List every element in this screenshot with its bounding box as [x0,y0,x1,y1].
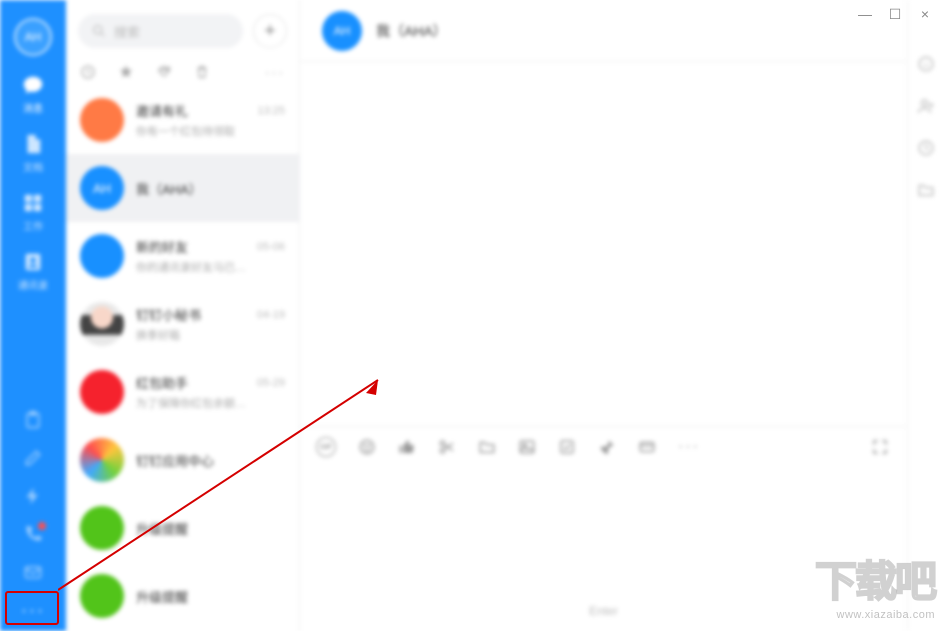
nav-label: 通讯录 [18,277,48,292]
chat-title: 我（AHA） [136,179,202,198]
chat-list-panel: 搜索 + ··· 邀请有礼 13:25 你有一个红包待领取 AH 我（AHA） 新的好友 0… [66,0,300,631]
nav-docs[interactable]: 文档 [13,133,53,174]
chat-item[interactable]: AH 我（AHA） [66,154,299,222]
refresh-icon[interactable] [156,64,172,80]
scissors-icon[interactable] [438,438,456,456]
chat-bubble-icon [22,74,44,96]
close-button[interactable]: × [917,6,933,23]
edit-icon[interactable] [23,448,43,468]
clipboard-icon[interactable] [23,410,43,430]
chat-title: 升级提醒 [136,519,188,538]
folder-icon[interactable] [478,438,496,456]
minimize-button[interactable]: — [857,6,873,23]
maximize-button[interactable]: ☐ [887,6,903,23]
message-area [300,62,907,426]
composer-toolbar: GIF ··· [300,427,907,467]
message-input[interactable] [300,467,907,591]
chat-time: 04-19 [257,309,285,321]
sidebar: AH 消息 文档 工作 通讯录 [0,0,66,631]
nav-messages[interactable]: 消息 [13,74,53,115]
chat-avatar: AH [80,166,124,210]
chat-time: 05-29 [257,377,285,389]
chat-avatar [80,574,124,618]
search-input[interactable]: 搜索 [78,14,243,48]
nav-label: 消息 [23,100,43,115]
fullscreen-icon[interactable] [871,438,889,456]
chat-item[interactable]: 钉钉应用中心 [66,426,299,494]
search-icon [92,24,106,38]
chat-avatar [80,506,124,550]
chat-item[interactable]: 升级提醒 [66,494,299,562]
chat-avatar [80,98,124,142]
trash-icon[interactable] [194,64,210,80]
emoji-icon[interactable] [358,438,376,456]
mail-icon[interactable] [23,562,43,582]
history-icon[interactable] [917,139,935,157]
card-icon[interactable] [638,438,656,456]
conversation-avatar[interactable]: AH [322,11,362,51]
chat-preview: 你有一个红包待领取 [136,123,285,139]
docs-icon [22,133,44,155]
gif-icon[interactable]: GIF [316,437,336,457]
chat-time: 05-06 [257,241,285,253]
chat-item[interactable]: 新的好友 05-06 你的通讯录好友马已… [66,222,299,290]
chat-title: 钉钉应用中心 [136,451,214,470]
toolbar-more-icon[interactable]: ··· [678,438,700,456]
more-menu-button[interactable]: ··· [21,600,45,621]
chat-title: 新的好友 [136,237,188,256]
chat-time: 13:25 [257,105,285,117]
nav-contacts[interactable]: 通讯录 [13,251,53,292]
chat-preview: 为了保障你红包余额… [136,395,285,411]
right-rail [907,0,943,631]
grid-icon [22,192,44,214]
conversation-panel: AH 我（AHA） GIF ··· Enter [300,0,907,631]
task-icon[interactable] [558,438,576,456]
contacts-icon [22,251,44,273]
chat-preview: 换季好箱 [136,327,285,343]
send-hint: Enter [300,591,907,631]
chat-item[interactable]: 钉钉小秘书 04-19 换季好箱 [66,290,299,358]
nav-work[interactable]: 工作 [13,192,53,233]
chat-title: 邀请有礼 [136,101,188,120]
nav-label: 文档 [23,159,43,174]
chat-avatar [80,234,124,278]
chat-item[interactable]: 升级提醒 [66,562,299,630]
thumbs-up-icon[interactable] [398,438,416,456]
list-more-button[interactable]: ··· [265,64,285,80]
nav-label: 工作 [23,218,43,233]
lightning-icon[interactable] [23,486,43,506]
clock-icon[interactable] [80,64,96,80]
person-add-icon[interactable] [917,97,935,115]
star-icon[interactable] [118,64,134,80]
pin-icon[interactable] [598,438,616,456]
chat-title: 钉钉小秘书 [136,305,201,324]
search-placeholder: 搜索 [114,22,140,41]
image-icon[interactable] [518,438,536,456]
chat-avatar [80,370,124,414]
chat-avatar [80,302,124,346]
chat-avatar [80,438,124,482]
chat-title: 升级提醒 [136,587,188,606]
chat-item[interactable]: 红包助手 05-29 为了保障你红包余额… [66,358,299,426]
phone-icon-wrap[interactable] [23,524,43,544]
notification-dot [38,522,46,530]
chat-item[interactable]: 邀请有礼 13:25 你有一个红包待领取 [66,86,299,154]
user-avatar[interactable]: AH [14,18,52,56]
info-icon[interactable] [917,55,935,73]
conversation-title: 我（AHA） [376,21,447,41]
chat-title: 红包助手 [136,373,188,392]
chat-preview: 你的通讯录好友马已… [136,259,285,275]
folder-rail-icon[interactable] [917,181,935,199]
add-button[interactable]: + [253,14,287,48]
window-controls: — ☐ × [857,6,933,23]
